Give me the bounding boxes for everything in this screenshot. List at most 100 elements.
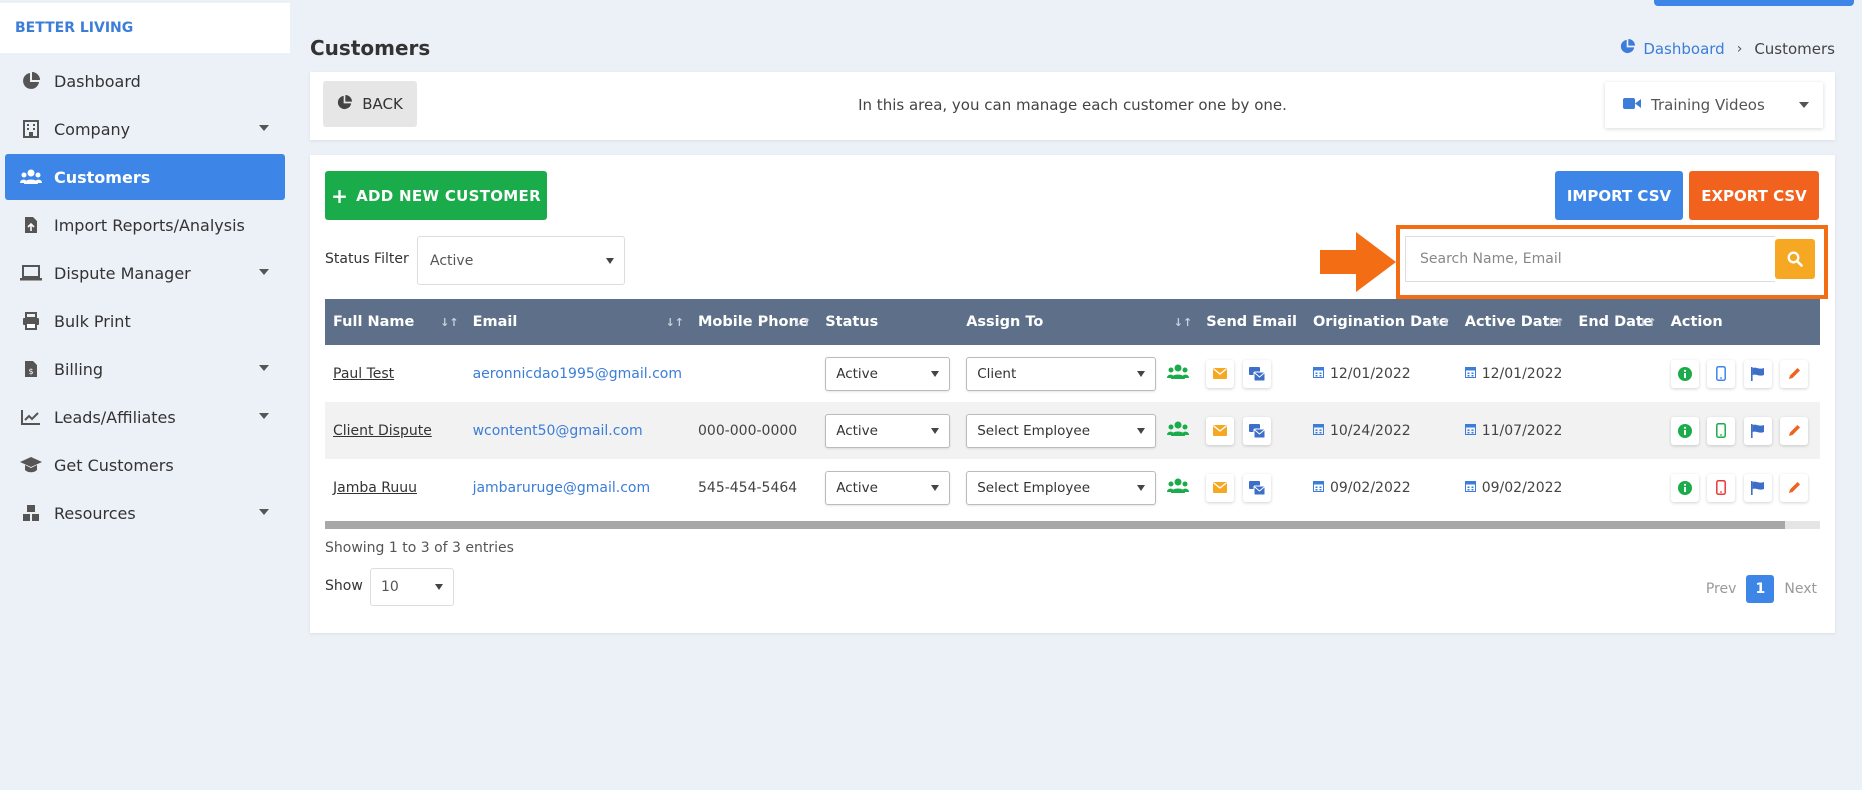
sidebar-item-billing[interactable]: $ Billing [5, 346, 285, 392]
status-select[interactable]: Active [825, 413, 951, 448]
sidebar-item-label: Dispute Manager [54, 263, 191, 283]
mobile-phone-icon[interactable] [1707, 359, 1736, 388]
sidebar-item-dashboard[interactable]: Dashboard [5, 58, 285, 104]
flag-icon[interactable] [1743, 416, 1772, 445]
column-header-active-date[interactable]: Active Date ↓↑ [1457, 299, 1571, 345]
status-select[interactable]: Active [825, 356, 951, 391]
mail-bulk-icon[interactable] [1242, 359, 1271, 388]
column-header-send-email[interactable]: Send Email [1198, 299, 1305, 345]
column-header-email[interactable]: Email ↓↑ [465, 299, 690, 345]
sidebar-item-customers[interactable]: Customers [5, 154, 285, 200]
column-header-origination-date[interactable]: Origination Date ↓↑ [1305, 299, 1457, 345]
entries-info: Showing 1 to 3 of 3 entries [325, 540, 514, 556]
search-button[interactable] [1775, 239, 1815, 279]
next-page-button[interactable]: Next [1784, 581, 1817, 597]
sort-icon: ↓↑ [1638, 316, 1657, 329]
pencil-icon[interactable] [1780, 416, 1808, 445]
info-icon[interactable] [1670, 359, 1699, 388]
envelope-icon[interactable] [1206, 473, 1235, 502]
status-select[interactable]: Active [825, 470, 951, 505]
users-icon[interactable] [1166, 364, 1190, 384]
flag-icon[interactable] [1743, 359, 1772, 388]
origination-date: 09/02/2022 [1329, 479, 1411, 496]
status-filter-select[interactable]: Active [417, 236, 625, 285]
assign-to-select[interactable]: Select Employee [966, 470, 1157, 505]
customer-phone: 545-454-5464 [698, 479, 798, 496]
chevron-down-icon [1799, 102, 1809, 108]
mail-bulk-icon[interactable] [1242, 473, 1271, 502]
sort-icon: ↓↑ [440, 316, 459, 329]
sidebar-item-company[interactable]: Company [5, 106, 285, 152]
assign-value: Client [977, 365, 1017, 382]
search-input[interactable] [1405, 236, 1775, 282]
customer-name-link[interactable]: Paul Test [333, 366, 394, 382]
import-csv-button[interactable]: IMPORT CSV [1555, 171, 1683, 220]
horizontal-scrollbar[interactable] [325, 521, 1820, 529]
sidebar-nav: Dashboard Company Customers Import Repor… [5, 58, 285, 538]
sidebar-item-dispute-manager[interactable]: Dispute Manager [5, 250, 285, 296]
pagination: Prev 1 Next [1706, 575, 1817, 603]
breadcrumb: Dashboard › Customers [1620, 39, 1835, 58]
caret-down-icon [931, 484, 940, 491]
assign-value: Select Employee [977, 422, 1091, 439]
column-label: Send Email [1206, 314, 1297, 330]
info-icon[interactable] [1670, 416, 1699, 445]
column-label: Email [472, 314, 518, 330]
users-icon[interactable] [1166, 421, 1190, 441]
assign-to-select[interactable]: Client [966, 356, 1157, 391]
brand-logo[interactable]: BETTER LIVING [0, 3, 290, 53]
sidebar-item-leads-affiliates[interactable]: Leads/Affiliates [5, 394, 285, 440]
sort-icon: ↓↑ [1173, 316, 1193, 329]
customer-name-link[interactable]: Jamba Ruuu [333, 480, 417, 496]
page-size-value: 10 [381, 579, 399, 595]
info-icon[interactable] [1670, 473, 1699, 502]
status-value: Active [836, 365, 878, 382]
breadcrumb-dashboard-link[interactable]: Dashboard [1643, 40, 1724, 58]
page-size-select[interactable]: 10 [370, 568, 454, 606]
column-header-end-date[interactable]: End Date ↓↑ [1570, 299, 1662, 345]
add-new-customer-button[interactable]: + ADD NEW CUSTOMER [325, 171, 547, 220]
arrow-right-icon [1320, 232, 1396, 292]
origination-date: 10/24/2022 [1329, 422, 1411, 439]
assign-value: Select Employee [977, 479, 1091, 496]
sidebar-item-label: Resources [54, 503, 136, 523]
column-header-full-name[interactable]: Full Name ↓↑ [325, 299, 465, 345]
sidebar-item-bulk-print[interactable]: Bulk Print [5, 298, 285, 344]
training-videos-dropdown[interactable]: Training Videos [1605, 82, 1823, 128]
pencil-icon[interactable] [1780, 473, 1808, 502]
sidebar-item-label: Dashboard [54, 71, 141, 91]
page-title: Customers [310, 36, 431, 60]
sidebar-item-get-customers[interactable]: Get Customers [5, 442, 285, 488]
customer-email-link[interactable]: aeronnicdao1995@gmail.com [473, 366, 682, 382]
column-header-assign-to[interactable]: Assign To ↓↑ [958, 299, 1198, 345]
status-value: Active [836, 422, 878, 439]
envelope-icon[interactable] [1206, 416, 1235, 445]
sidebar-item-resources[interactable]: Resources [5, 490, 285, 536]
scrollbar-thumb[interactable] [325, 521, 1785, 529]
table-header-row: Full Name ↓↑ Email ↓↑ Mobile Phone ↓↑ Statu… [325, 299, 1820, 345]
caret-down-icon [1137, 370, 1146, 377]
column-header-status[interactable]: Status [817, 299, 958, 345]
prev-page-button[interactable]: Prev [1706, 581, 1737, 597]
mobile-phone-icon[interactable] [1707, 416, 1736, 445]
pencil-icon[interactable] [1780, 359, 1808, 388]
users-icon[interactable] [1166, 478, 1190, 498]
file-import-icon [20, 214, 42, 236]
sidebar-item-import-reports[interactable]: Import Reports/Analysis [5, 202, 285, 248]
customer-email-link[interactable]: wcontent50@gmail.com [473, 423, 643, 439]
export-csv-button[interactable]: EXPORT CSV [1689, 171, 1819, 220]
flag-icon[interactable] [1743, 473, 1772, 502]
customer-name-link[interactable]: Client Dispute [333, 423, 432, 439]
mail-bulk-icon[interactable] [1242, 416, 1271, 445]
mobile-phone-icon[interactable] [1707, 473, 1736, 502]
customer-email-link[interactable]: jambaruruge@gmail.com [473, 480, 651, 496]
page-1-button[interactable]: 1 [1746, 575, 1775, 603]
invoice-icon: $ [20, 358, 42, 380]
caret-down-icon [1137, 427, 1146, 434]
envelope-icon[interactable] [1206, 359, 1235, 388]
assign-to-select[interactable]: Select Employee [966, 413, 1157, 448]
status-filter-label: Status Filter [325, 251, 409, 267]
column-header-mobile-phone[interactable]: Mobile Phone ↓↑ [690, 299, 817, 345]
info-bar: BACK In this area, you can manage each c… [310, 72, 1835, 140]
pie-chart-icon [1620, 39, 1636, 58]
